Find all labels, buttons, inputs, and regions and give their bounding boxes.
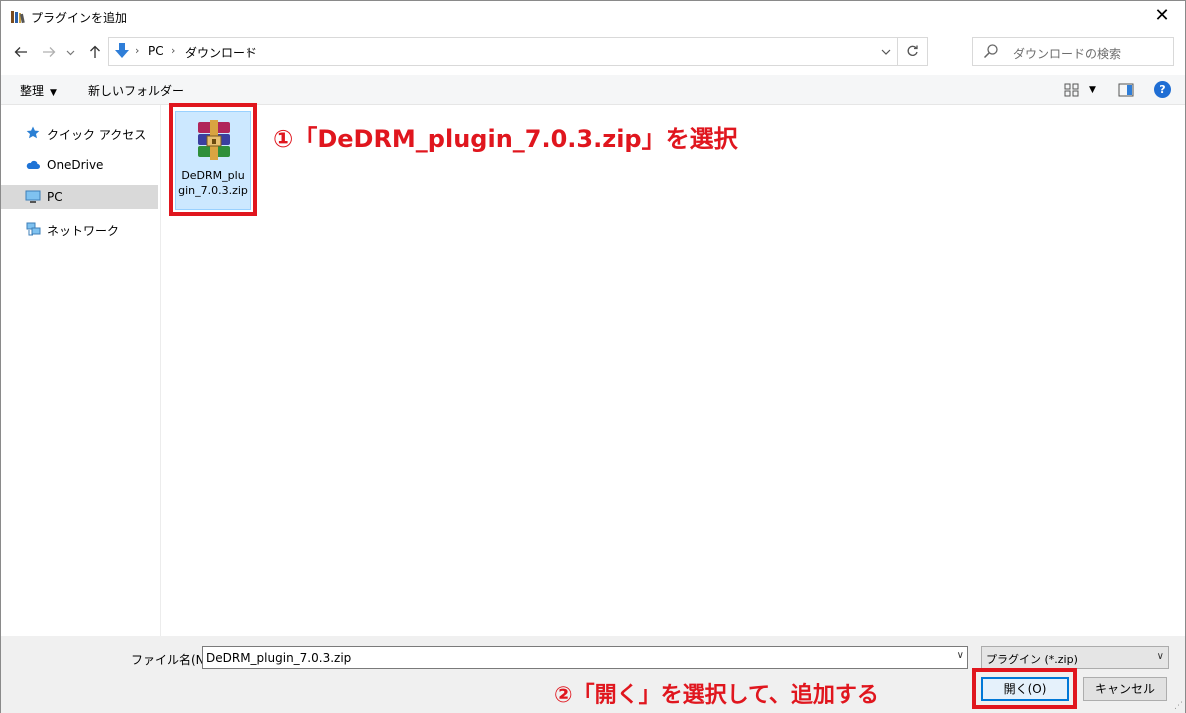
- computer-icon: [25, 190, 41, 203]
- toolbar: 整理 ▼ 新しいフォルダー ▼ ?: [1, 75, 1185, 105]
- sidebar-item-onedrive[interactable]: OneDrive: [1, 153, 158, 177]
- new-folder-button[interactable]: 新しいフォルダー: [88, 82, 184, 99]
- sidebar-item-pc[interactable]: PC: [1, 185, 158, 209]
- address-dropdown-button[interactable]: [881, 43, 891, 60]
- breadcrumb-separator: ›: [171, 44, 176, 57]
- organize-label: 整理: [20, 84, 45, 98]
- title-bar: プラグインを追加 ✕: [1, 1, 1185, 33]
- resize-grip-icon[interactable]: ⋰: [1174, 701, 1183, 711]
- breadcrumb-pc[interactable]: PC: [148, 44, 164, 58]
- recent-locations-button[interactable]: [62, 41, 78, 63]
- filetype-select[interactable]: プラグイン (*.zip) ∨: [981, 646, 1169, 669]
- navigation-pane: クイック アクセス OneDrive PC ネットワーク: [1, 105, 161, 636]
- help-button[interactable]: ?: [1154, 81, 1171, 98]
- highlight-box-file: [169, 103, 257, 216]
- file-list: DeDRM_plugin_7.0.3.zip ①「DeDRM_plugin_7.…: [162, 103, 1184, 636]
- sidebar-item-label: OneDrive: [47, 158, 104, 172]
- sidebar-item-label: ネットワーク: [47, 224, 120, 238]
- search-input[interactable]: ダウンロードの検索: [1013, 45, 1121, 62]
- view-dropdown-button[interactable]: ▼: [1089, 85, 1096, 95]
- filetype-value: プラグイン (*.zip): [986, 653, 1078, 666]
- sidebar-item-quick-access[interactable]: クイック アクセス: [1, 121, 158, 145]
- star-icon: [26, 126, 40, 139]
- chevron-down-icon: [881, 49, 891, 55]
- back-button[interactable]: [10, 41, 32, 63]
- breadcrumb-separator: ›: [135, 44, 140, 57]
- organize-button[interactable]: 整理 ▼: [20, 82, 57, 99]
- view-options-icon[interactable]: [1064, 82, 1080, 98]
- highlight-box-open: [972, 668, 1077, 709]
- preview-pane-icon[interactable]: [1118, 82, 1134, 98]
- file-open-dialog: プラグインを追加 ✕ › PC › ダウンロード › ダウンロードの検索 整理 …: [0, 0, 1186, 713]
- chevron-down-icon: ∨: [1156, 651, 1164, 662]
- breadcrumb-separator: ›: [246, 44, 251, 57]
- sidebar-item-network[interactable]: ネットワーク: [1, 217, 158, 241]
- filename-field[interactable]: ∨: [202, 646, 968, 669]
- sidebar-item-label: クイック アクセス: [47, 128, 147, 142]
- close-button[interactable]: ✕: [1139, 1, 1185, 33]
- search-box[interactable]: ダウンロードの検索: [972, 37, 1174, 66]
- sidebar-item-label: PC: [47, 190, 63, 204]
- network-icon: [26, 222, 41, 236]
- window-title: プラグインを追加: [31, 11, 128, 25]
- filename-input[interactable]: [206, 649, 946, 666]
- download-arrow-icon: [115, 43, 129, 58]
- chevron-down-icon[interactable]: ∨: [957, 650, 964, 661]
- dialog-footer: ファイル名(N): ∨ プラグイン (*.zip) ∨ ②「開く」を選択して、追…: [1, 636, 1185, 713]
- up-button[interactable]: [84, 41, 106, 63]
- arrow-left-icon: [14, 47, 27, 57]
- chevron-down-icon: [66, 50, 74, 56]
- arrow-right-icon: [43, 47, 56, 57]
- cancel-button[interactable]: キャンセル: [1083, 677, 1167, 701]
- annotation-step1: ①「DeDRM_plugin_7.0.3.zip」を選択: [273, 125, 738, 153]
- search-icon: [983, 44, 998, 59]
- refresh-button[interactable]: [897, 38, 927, 65]
- refresh-icon: [907, 45, 918, 56]
- forward-button[interactable]: [38, 41, 60, 63]
- address-bar[interactable]: › PC › ダウンロード ›: [108, 37, 928, 66]
- cloud-icon: [26, 160, 40, 169]
- calibre-books-icon: [11, 11, 25, 24]
- caret-down-icon: ▼: [50, 88, 57, 98]
- annotation-step2: ②「開く」を選択して、追加する: [554, 683, 879, 708]
- arrow-up-icon: [90, 45, 100, 58]
